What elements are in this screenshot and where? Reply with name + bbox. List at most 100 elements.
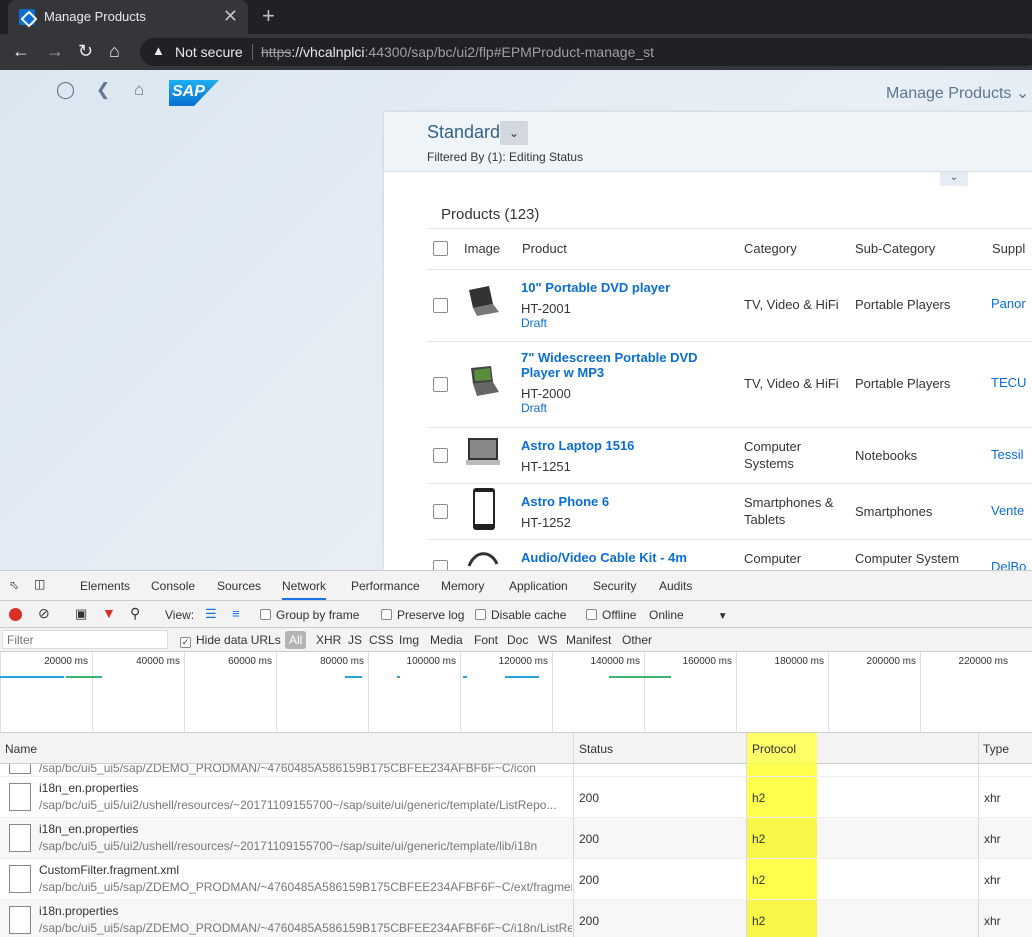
tab-security[interactable]: Security — [593, 579, 636, 593]
tab-console[interactable]: Console — [151, 579, 195, 593]
disable-cache-checkbox[interactable]: Disable cache — [475, 608, 566, 622]
table-row[interactable]: 10" Portable DVD player HT-2001 Draft TV… — [427, 270, 1032, 342]
type-filter-doc[interactable]: Doc — [507, 633, 528, 647]
reload-icon[interactable]: ↻ — [78, 41, 93, 62]
tab-application[interactable]: Application — [509, 579, 568, 593]
col-supplier[interactable]: Suppl — [992, 241, 1025, 256]
group-by-frame-checkbox[interactable]: Group by frame — [260, 608, 359, 622]
throttling-select[interactable]: Online ▼ — [649, 608, 728, 622]
forward-arrow-icon[interactable]: → — [46, 41, 64, 62]
clear-icon[interactable]: ⊘ — [38, 605, 50, 622]
col-type[interactable]: Type — [983, 742, 1009, 756]
type-filter-js[interactable]: JS — [348, 633, 362, 647]
back-arrow-icon[interactable]: ← — [12, 41, 30, 62]
supplier-link[interactable]: Panor — [991, 296, 1026, 311]
row-checkbox[interactable] — [433, 377, 448, 392]
network-overview-timeline[interactable]: 20000 ms 40000 ms 60000 ms 80000 ms 1000… — [0, 652, 1032, 733]
record-icon[interactable] — [9, 608, 22, 621]
product-name-link[interactable]: 7" Widescreen Portable DVD Player w MP3 — [521, 350, 701, 380]
supplier-link[interactable]: TECU — [991, 375, 1026, 390]
product-name-link[interactable]: Astro Phone 6 — [521, 494, 701, 509]
hide-data-urls-checkbox[interactable]: ✓ Hide data URLs — [180, 633, 281, 648]
not-secure-label[interactable]: Not secure — [175, 44, 243, 60]
inspect-element-icon[interactable]: ⬁ — [9, 578, 19, 592]
table-row[interactable]: Astro Phone 6 HT-1252 Smartphones & Tabl… — [427, 484, 1032, 540]
col-product[interactable]: Product — [522, 241, 567, 256]
back-icon[interactable]: ❮ — [96, 80, 110, 100]
device-toolbar-icon[interactable]: ◫ — [34, 577, 45, 591]
collapse-header-icon[interactable]: ⌄ — [940, 172, 968, 186]
new-tab-icon[interactable]: + — [262, 3, 275, 29]
draft-status[interactable]: Draft — [521, 316, 547, 330]
type-filter-all[interactable]: All — [285, 631, 307, 649]
shell-app-title[interactable]: Manage Products ⌄ — [886, 83, 1029, 103]
col-status[interactable]: Status — [579, 742, 613, 756]
row-checkbox[interactable] — [433, 560, 448, 570]
type-filter-css[interactable]: CSS — [369, 633, 394, 647]
col-subcategory[interactable]: Sub-Category — [855, 241, 935, 256]
row-checkbox[interactable] — [433, 448, 448, 463]
timeline-bar — [505, 676, 539, 678]
tab-audits[interactable]: Audits — [659, 579, 692, 593]
supplier-link[interactable]: Tessil — [991, 447, 1024, 462]
type-filter-manifest[interactable]: Manifest — [566, 633, 611, 647]
search-icon[interactable]: ⚲ — [130, 605, 140, 622]
waterfall-icon[interactable]: ≡ — [232, 606, 240, 621]
draft-status[interactable]: Draft — [521, 401, 547, 415]
type-filter-img[interactable]: Img — [399, 633, 419, 647]
variant-name[interactable]: Standard — [427, 122, 500, 143]
home-icon[interactable]: ⌂ — [134, 80, 144, 100]
variant-dropdown-icon[interactable]: ⌄ — [500, 121, 528, 145]
request-row[interactable]: i18n.properties /sap/bc/ui5_ui5/sap/ZDEM… — [0, 900, 1032, 937]
warning-icon[interactable]: ▲ — [152, 43, 165, 58]
product-name-link[interactable]: Audio/Video Cable Kit - 4m — [521, 550, 701, 565]
row-checkbox[interactable] — [433, 298, 448, 313]
request-row[interactable]: i18n_en.properties /sap/bc/ui5_ui5/ui2/u… — [0, 777, 1032, 818]
tab-network[interactable]: Network — [282, 579, 327, 600]
screenshot-camera-icon[interactable]: ▣ — [75, 606, 87, 622]
url-text[interactable]: https://vhcalnplci:44300/sap/bc/ui2/flp#… — [261, 44, 654, 60]
timeline-tick: 120000 ms — [460, 652, 552, 733]
request-row[interactable]: /sap/bc/ui5_ui5/sap/ZDEMO_PRODMAN/~47604… — [0, 764, 1032, 777]
type-filter-xhr[interactable]: XHR — [316, 633, 341, 647]
tab-performance[interactable]: Performance — [351, 579, 420, 593]
type-filter-font[interactable]: Font — [474, 633, 498, 647]
table-row[interactable]: Audio/Video Cable Kit - 4m Computer Syst… — [427, 540, 1032, 570]
filter-input[interactable] — [2, 630, 168, 649]
large-rows-icon[interactable]: ☰ — [205, 606, 217, 622]
select-all-checkbox[interactable] — [433, 241, 448, 256]
tab-close-icon[interactable]: ✕ — [223, 6, 238, 27]
home-icon[interactable]: ⌂ — [109, 41, 120, 62]
tab-elements[interactable]: Elements — [80, 579, 130, 593]
tab-memory[interactable]: Memory — [441, 579, 484, 593]
timeline-tick: 200000 ms — [828, 652, 920, 733]
filter-funnel-icon[interactable]: ▼ — [102, 605, 116, 621]
supplier-link[interactable]: Vente — [991, 503, 1024, 518]
row-checkbox[interactable] — [433, 504, 448, 519]
col-category[interactable]: Category — [744, 241, 797, 256]
col-protocol-label[interactable]: Protocol — [752, 742, 796, 756]
fiori-app: ◯ ❮ ⌂ SAP Manage Products ⌄ Standard ⌄ F… — [0, 70, 1032, 570]
request-status: 200 — [579, 832, 600, 846]
request-path: /sap/bc/ui5_ui5/ui2/ushell/resources/~20… — [39, 798, 557, 812]
table-row[interactable]: 7" Widescreen Portable DVD Player w MP3 … — [427, 342, 1032, 428]
table-row[interactable]: Astro Laptop 1516 HT-1251 Computer Syste… — [427, 428, 1032, 484]
tab-sources[interactable]: Sources — [217, 579, 261, 593]
sap-logo[interactable]: SAP — [169, 80, 219, 106]
request-row[interactable]: CustomFilter.fragment.xml /sap/bc/ui5_ui… — [0, 859, 1032, 900]
product-name-link[interactable]: Astro Laptop 1516 — [521, 438, 701, 453]
user-icon[interactable]: ◯ — [56, 80, 75, 100]
type-filter-ws[interactable]: WS — [538, 633, 557, 647]
col-name[interactable]: Name — [5, 742, 37, 756]
type-filter-media[interactable]: Media — [430, 633, 463, 647]
supplier-link[interactable]: DelBo — [991, 559, 1026, 570]
offline-checkbox[interactable]: Offline — [586, 608, 636, 622]
type-filter-other[interactable]: Other — [622, 633, 652, 647]
request-row[interactable]: i18n_en.properties /sap/bc/ui5_ui5/ui2/u… — [0, 818, 1032, 859]
product-name-link[interactable]: 10" Portable DVD player — [521, 280, 701, 295]
col-image[interactable]: Image — [464, 241, 500, 256]
browser-tab[interactable]: Manage Products ✕ — [8, 0, 248, 34]
preserve-log-checkbox[interactable]: Preserve log — [381, 608, 464, 622]
omnibox[interactable]: ▲ Not secure https://vhcalnplci:44300/sa… — [140, 38, 1032, 66]
file-icon — [9, 865, 31, 893]
